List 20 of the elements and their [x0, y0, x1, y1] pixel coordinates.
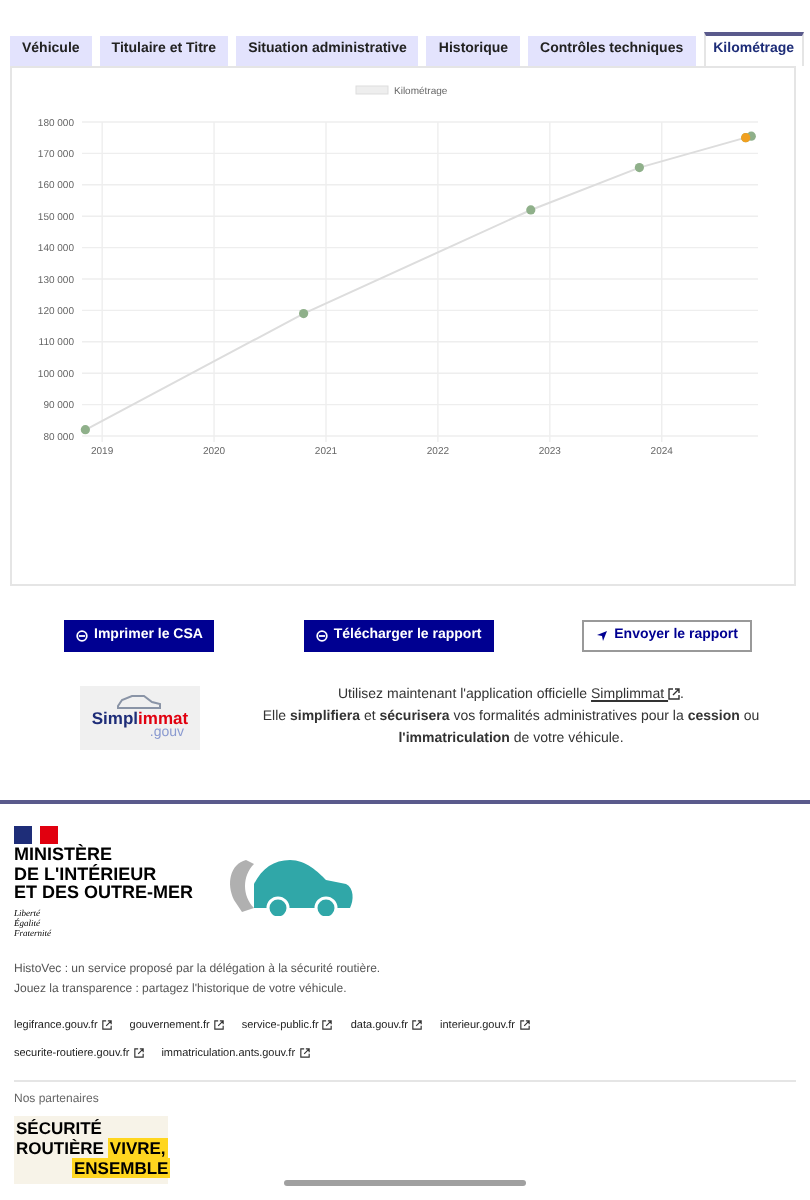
external-link-icon	[133, 1048, 144, 1059]
flag-icon	[14, 826, 58, 844]
external-link-icon	[519, 1020, 530, 1031]
ministry-name: ET DES OUTRE-MER	[14, 884, 194, 903]
car-icon	[114, 693, 166, 710]
external-link-icon	[412, 1020, 423, 1031]
send-icon	[596, 630, 609, 642]
partner-logo: SÉCURITÉ ROUTIÈRE VIVRE, ENSEMBLE	[14, 1116, 168, 1184]
external-link-icon	[299, 1048, 310, 1059]
external-link-icon	[213, 1020, 224, 1031]
data-point	[526, 205, 536, 215]
ministry-name: DE L'INTÉRIEUR	[14, 865, 159, 884]
external-link-icon	[101, 1020, 112, 1031]
data-point	[299, 308, 309, 319]
data-point	[634, 162, 644, 173]
external-link-icon	[322, 1020, 333, 1031]
data-point	[80, 425, 90, 435]
ministry-name: MINISTÈRE	[14, 846, 115, 864]
external-link-icon	[668, 688, 681, 701]
scrollbar[interactable]	[284, 1180, 526, 1186]
